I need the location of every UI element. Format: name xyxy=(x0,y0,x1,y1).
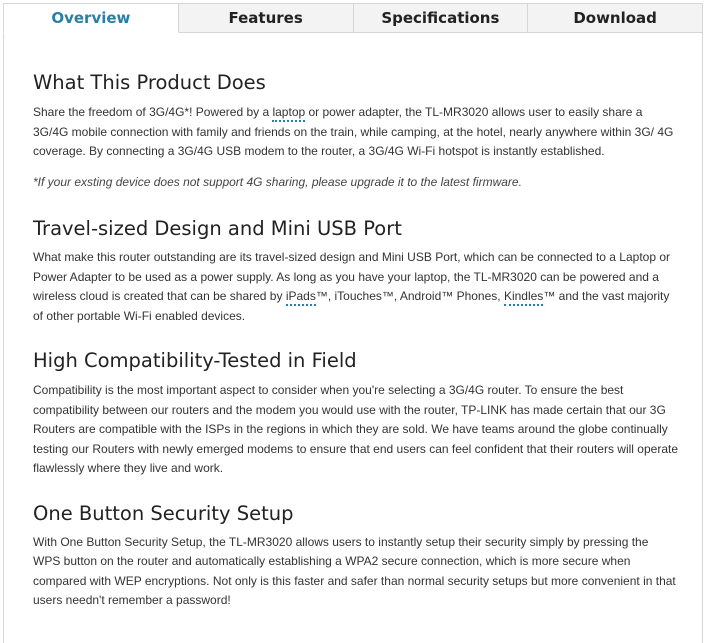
tab-specifications[interactable]: Specifications xyxy=(353,3,529,33)
section-high-compatibility: High Compatibility-Tested in Field Compa… xyxy=(33,348,678,479)
section-what-product-does: What This Product Does Share the freedom… xyxy=(33,70,678,192)
section-title: One Button Security Setup xyxy=(33,501,294,525)
overview-content: What This Product Does Share the freedom… xyxy=(33,70,678,611)
firmware-note: *If your exsting device does not support… xyxy=(33,174,522,189)
tab-download[interactable]: Download xyxy=(528,3,703,33)
section-title: High Compatibility-Tested in Field xyxy=(33,349,357,372)
section-title: Travel-sized Design and Mini USB Port xyxy=(33,217,402,240)
tab-features[interactable]: Features xyxy=(178,3,354,33)
section-paragraph: Share the freedom of 3G/4G*! Powered by … xyxy=(33,103,678,162)
section-paragraph: Compatibility is the most important aspe… xyxy=(33,383,679,475)
section-one-button-security: One Button Security Setup With One Butto… xyxy=(33,501,678,611)
section-travel-sized-design: Travel-sized Design and Mini USB Port Wh… xyxy=(33,216,678,326)
section-paragraph: What make this router outstanding are it… xyxy=(33,248,678,326)
paragraph-text: Share the freedom of 3G/4G*! Powered by … xyxy=(33,105,273,119)
tab-overview[interactable]: Overview xyxy=(3,3,179,33)
section-title: What This Product Does xyxy=(33,71,266,94)
keyword-link-kindles[interactable]: Kindles xyxy=(503,289,544,306)
keyword-link-ipads[interactable]: iPads xyxy=(285,289,316,306)
tab-bar: Overview Features Specifications Downloa… xyxy=(3,3,703,33)
keyword-link-laptop[interactable]: laptop xyxy=(272,105,306,122)
paragraph-text: ™, iTouches™, Android™ Phones, xyxy=(315,289,504,303)
section-paragraph: With One Button Security Setup, the TL-M… xyxy=(33,534,676,608)
